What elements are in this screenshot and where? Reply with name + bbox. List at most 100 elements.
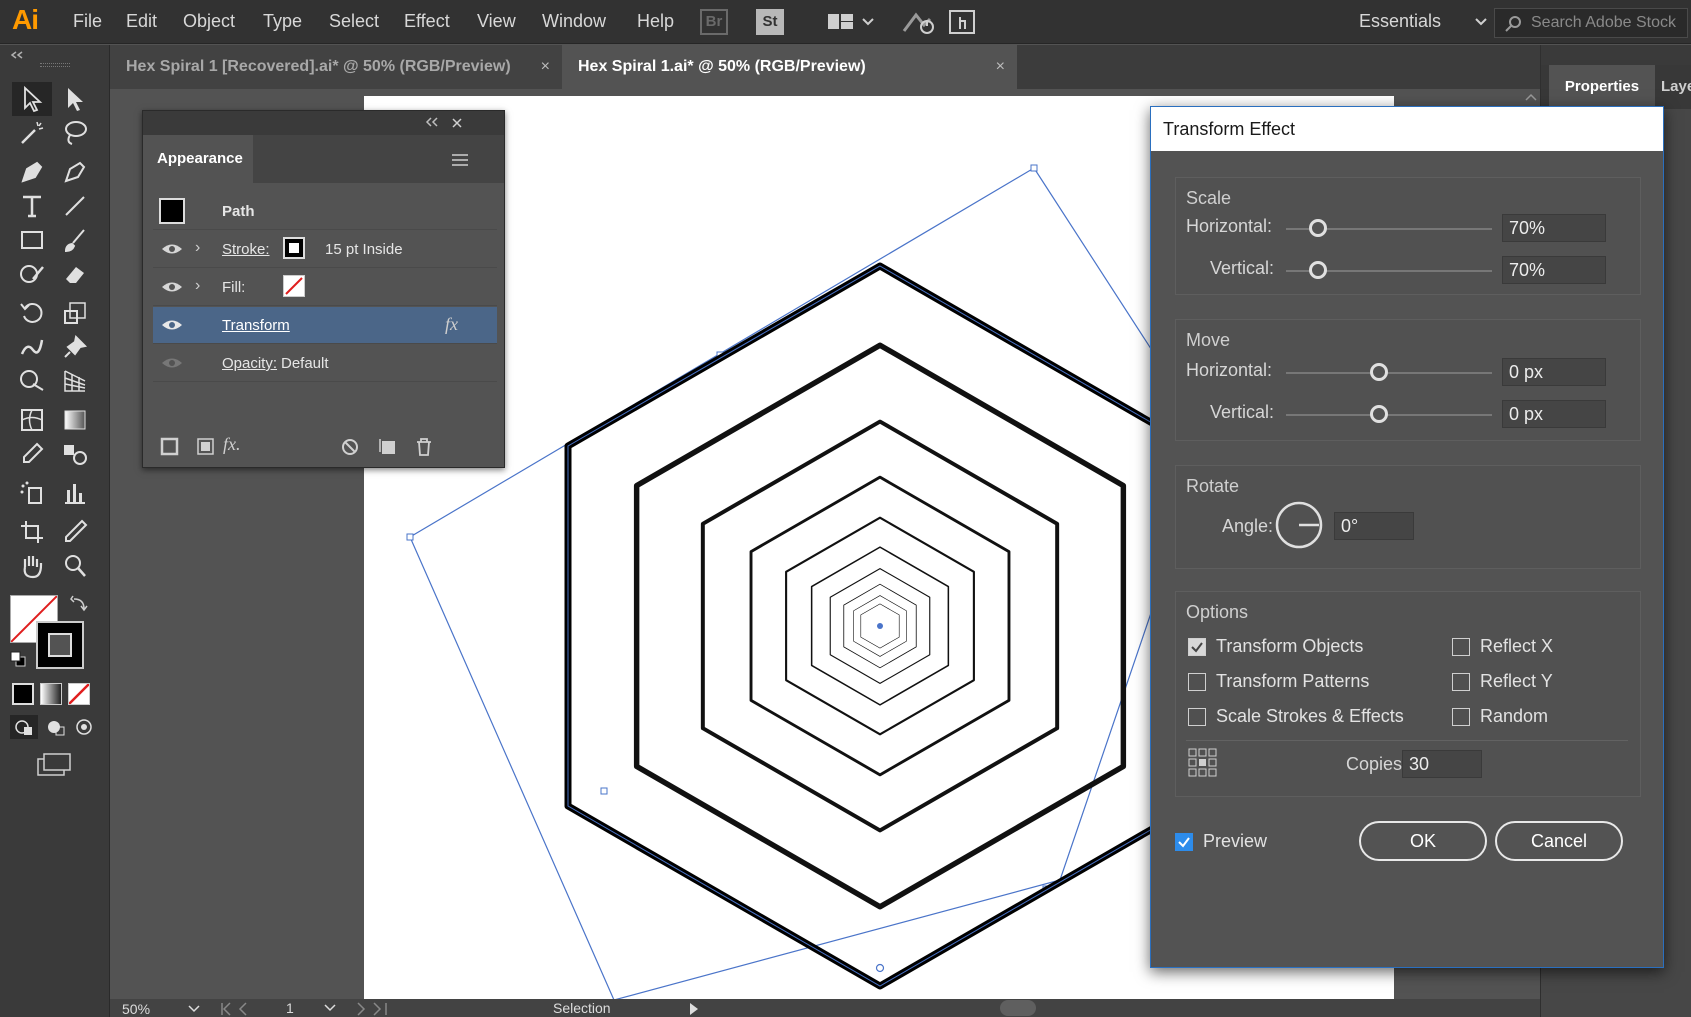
chevron-down-icon[interactable]	[1474, 17, 1488, 27]
preview-checkbox[interactable]	[1175, 833, 1193, 851]
hand-tool[interactable]	[12, 549, 52, 583]
paintbrush-tool[interactable]	[55, 223, 95, 257]
clear-appearance-icon[interactable]	[339, 436, 361, 458]
scroll-up-icon[interactable]	[1522, 89, 1540, 107]
menu-help[interactable]: Help	[637, 11, 674, 32]
move-vertical-track[interactable]	[1286, 414, 1492, 416]
shaper-tool[interactable]	[12, 257, 52, 291]
menu-edit[interactable]: Edit	[126, 11, 157, 32]
scale-vertical-slider[interactable]	[1309, 261, 1328, 279]
transform-patterns-checkbox[interactable]	[1188, 673, 1206, 691]
object-row[interactable]: Path	[153, 193, 497, 230]
close-icon[interactable]: ×	[541, 45, 550, 89]
column-graph-tool[interactable]	[55, 476, 95, 510]
stroke-color-swatch[interactable]	[283, 237, 305, 259]
close-icon[interactable]	[451, 117, 463, 129]
scale-vertical-input[interactable]: 70%	[1502, 256, 1606, 284]
type-tool[interactable]	[12, 189, 52, 223]
bounding-box-handle[interactable]	[600, 787, 608, 795]
tab-appearance[interactable]: Appearance	[143, 135, 253, 183]
chevron-right-icon[interactable]: ›	[195, 239, 200, 257]
eraser-tool[interactable]	[55, 257, 95, 291]
menu-effect[interactable]: Effect	[404, 11, 450, 32]
zoom-tool[interactable]	[55, 549, 95, 583]
mesh-tool[interactable]	[12, 403, 52, 437]
perspective-grid-tool[interactable]	[55, 364, 95, 398]
copies-input[interactable]: 30	[1402, 750, 1482, 778]
menu-view[interactable]: View	[477, 11, 516, 32]
effect-label[interactable]: Transform	[222, 317, 290, 334]
draw-behind-icon[interactable]	[42, 715, 70, 739]
gradient-tool[interactable]	[55, 403, 95, 437]
artboard-number[interactable]: 1	[286, 1000, 294, 1016]
menu-window[interactable]: Window	[542, 11, 606, 32]
bounding-box-handle[interactable]	[1030, 164, 1038, 172]
add-fill-icon[interactable]	[195, 436, 217, 458]
default-fill-stroke-icon[interactable]	[10, 651, 26, 667]
opacity-row[interactable]: Opacity: Default	[153, 345, 497, 382]
symbol-sprayer-tool[interactable]	[12, 476, 52, 510]
fill-color-swatch[interactable]	[283, 275, 305, 297]
selection-tool[interactable]	[12, 82, 52, 116]
first-artboard-icon[interactable]	[220, 1002, 260, 1016]
document-tab-active[interactable]: Hex Spiral 1.ai* @ 50% (RGB/Preview) ×	[562, 45, 1017, 89]
fx-icon[interactable]: fx	[445, 314, 458, 335]
tab-properties[interactable]: Properties	[1549, 65, 1655, 109]
bounding-box-handle[interactable]	[406, 533, 414, 541]
duplicate-item-icon[interactable]	[377, 436, 399, 458]
transform-objects-checkbox[interactable]	[1188, 638, 1206, 656]
stroke-swatch[interactable]	[36, 621, 84, 669]
ok-button[interactable]: OK	[1359, 821, 1487, 861]
bridge-icon[interactable]: Br	[700, 9, 728, 35]
last-artboard-icon[interactable]	[354, 1002, 394, 1016]
rotate-tool[interactable]	[12, 296, 52, 330]
scale-horizontal-slider[interactable]	[1309, 219, 1328, 237]
blend-tool[interactable]	[55, 437, 95, 471]
rotate-angle-input[interactable]: 0°	[1334, 512, 1414, 540]
fill-row[interactable]: › Fill:	[153, 269, 497, 306]
eye-icon[interactable]	[161, 240, 183, 258]
panel-menu-icon[interactable]	[451, 153, 469, 167]
collapse-icon[interactable]	[10, 51, 24, 59]
horizontal-scrollbar-thumb[interactable]	[1000, 1000, 1036, 1016]
color-mode-button[interactable]	[12, 683, 34, 705]
fill-label[interactable]: Fill:	[222, 279, 245, 296]
status-menu-icon[interactable]	[688, 1002, 700, 1016]
document-tab[interactable]: Hex Spiral 1 [Recovered].ai* @ 50% (RGB/…	[110, 45, 562, 89]
menu-type[interactable]: Type	[263, 11, 302, 32]
gpu-performance-icon[interactable]	[900, 9, 938, 35]
menu-select[interactable]: Select	[329, 11, 379, 32]
trash-icon[interactable]	[413, 436, 435, 458]
reflect-y-checkbox[interactable]	[1452, 673, 1470, 691]
scale-horizontal-input[interactable]: 70%	[1502, 214, 1606, 242]
chevron-right-icon[interactable]: ›	[195, 277, 200, 295]
pen-tool[interactable]	[12, 155, 52, 189]
effect-row-transform[interactable]: Transform fx	[153, 307, 497, 344]
collapse-icon[interactable]	[425, 117, 439, 127]
direct-selection-tool[interactable]	[55, 82, 95, 116]
eye-icon[interactable]	[161, 316, 183, 334]
move-horizontal-track[interactable]	[1286, 372, 1492, 374]
stroke-weight[interactable]: 15 pt Inside	[325, 241, 403, 258]
chevron-down-icon[interactable]	[324, 1004, 336, 1012]
none-mode-button[interactable]	[68, 683, 90, 705]
add-effect-icon[interactable]: fx.	[223, 434, 241, 455]
tab-layers[interactable]: Layers	[1655, 65, 1691, 109]
search-input[interactable]	[1531, 11, 1686, 35]
add-stroke-icon[interactable]	[159, 436, 181, 458]
stock-icon[interactable]: St	[756, 9, 784, 35]
random-checkbox[interactable]	[1452, 708, 1470, 726]
rectangle-tool[interactable]	[12, 223, 52, 257]
stroke-row[interactable]: › Stroke: 15 pt Inside	[153, 231, 497, 268]
scale-tool[interactable]	[55, 296, 95, 330]
scale-strokes-checkbox[interactable]	[1188, 708, 1206, 726]
cancel-button[interactable]: Cancel	[1495, 821, 1623, 861]
stroke-label[interactable]: Stroke:	[222, 241, 270, 258]
workspace-switcher[interactable]: Essentials	[1359, 11, 1441, 32]
slice-tool[interactable]	[55, 515, 95, 549]
stock-search[interactable]	[1494, 8, 1688, 38]
move-horizontal-slider[interactable]	[1370, 363, 1388, 381]
move-horizontal-input[interactable]: 0 px	[1502, 358, 1606, 386]
opacity-label[interactable]: Opacity:	[222, 355, 277, 372]
chevron-down-icon[interactable]	[188, 1005, 200, 1013]
